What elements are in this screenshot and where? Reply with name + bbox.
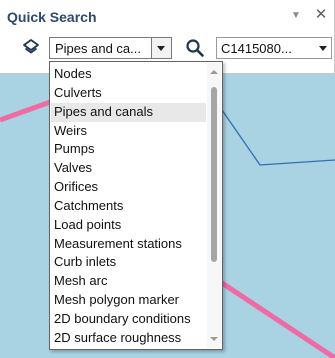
dropdown-item-pumps[interactable]: Pumps: [51, 140, 206, 159]
dropdown-item-catchments[interactable]: Catchments: [51, 197, 206, 216]
scrollbar-thumb[interactable]: [211, 87, 217, 262]
pipe-line-segment[interactable]: [221, 109, 335, 166]
pin-down-icon[interactable]: ▼: [289, 9, 303, 23]
dropdown-item-mesh-arc[interactable]: Mesh arc: [51, 272, 206, 291]
scroll-up-icon[interactable]: [210, 70, 218, 74]
dropdown-item-culverts[interactable]: Culverts: [51, 84, 206, 103]
dropdown-item-measurement-stations[interactable]: Measurement stations: [51, 235, 206, 254]
dropdown-item-weirs[interactable]: Weirs: [51, 122, 206, 141]
scroll-down-icon[interactable]: [210, 337, 218, 341]
chevron-down-icon[interactable]: [151, 38, 171, 58]
dropdown-item-curb-inlets[interactable]: Curb inlets: [51, 253, 206, 272]
dropdown-item-load-points[interactable]: Load points: [51, 216, 206, 235]
magnifier-icon[interactable]: [185, 38, 205, 58]
close-icon[interactable]: ✕: [313, 7, 329, 23]
dropdown-item-mesh-polygon-marker[interactable]: Mesh polygon marker: [51, 291, 206, 310]
object-type-select[interactable]: Pipes and ca...: [49, 37, 172, 59]
object-type-list: Nodes Culverts Pipes and canals Weirs Pu…: [51, 65, 206, 348]
pipe-line-segment-lower[interactable]: [220, 280, 335, 358]
object-id-select[interactable]: C1415080...: [216, 37, 332, 59]
dropdown-item-orifices[interactable]: Orifices: [51, 178, 206, 197]
panel-title: Quick Search: [7, 9, 97, 25]
dropdown-item-nodes[interactable]: Nodes: [51, 65, 206, 84]
layers-icon[interactable]: [22, 38, 40, 56]
object-type-value: Pipes and ca...: [55, 41, 141, 56]
dropdown-scrollbar[interactable]: [207, 63, 221, 348]
object-id-value: C1415080...: [221, 41, 292, 56]
object-type-dropdown: Nodes Culverts Pipes and canals Weirs Pu…: [49, 61, 223, 350]
dropdown-item-2d-boundary-conditions[interactable]: 2D boundary conditions: [51, 310, 206, 329]
dropdown-item-valves[interactable]: Valves: [51, 159, 206, 178]
chevron-down-icon[interactable]: [319, 46, 327, 51]
dropdown-item-2d-surface-roughness[interactable]: 2D surface roughness: [51, 329, 206, 348]
dropdown-item-pipes-and-canals[interactable]: Pipes and canals: [51, 102, 206, 122]
